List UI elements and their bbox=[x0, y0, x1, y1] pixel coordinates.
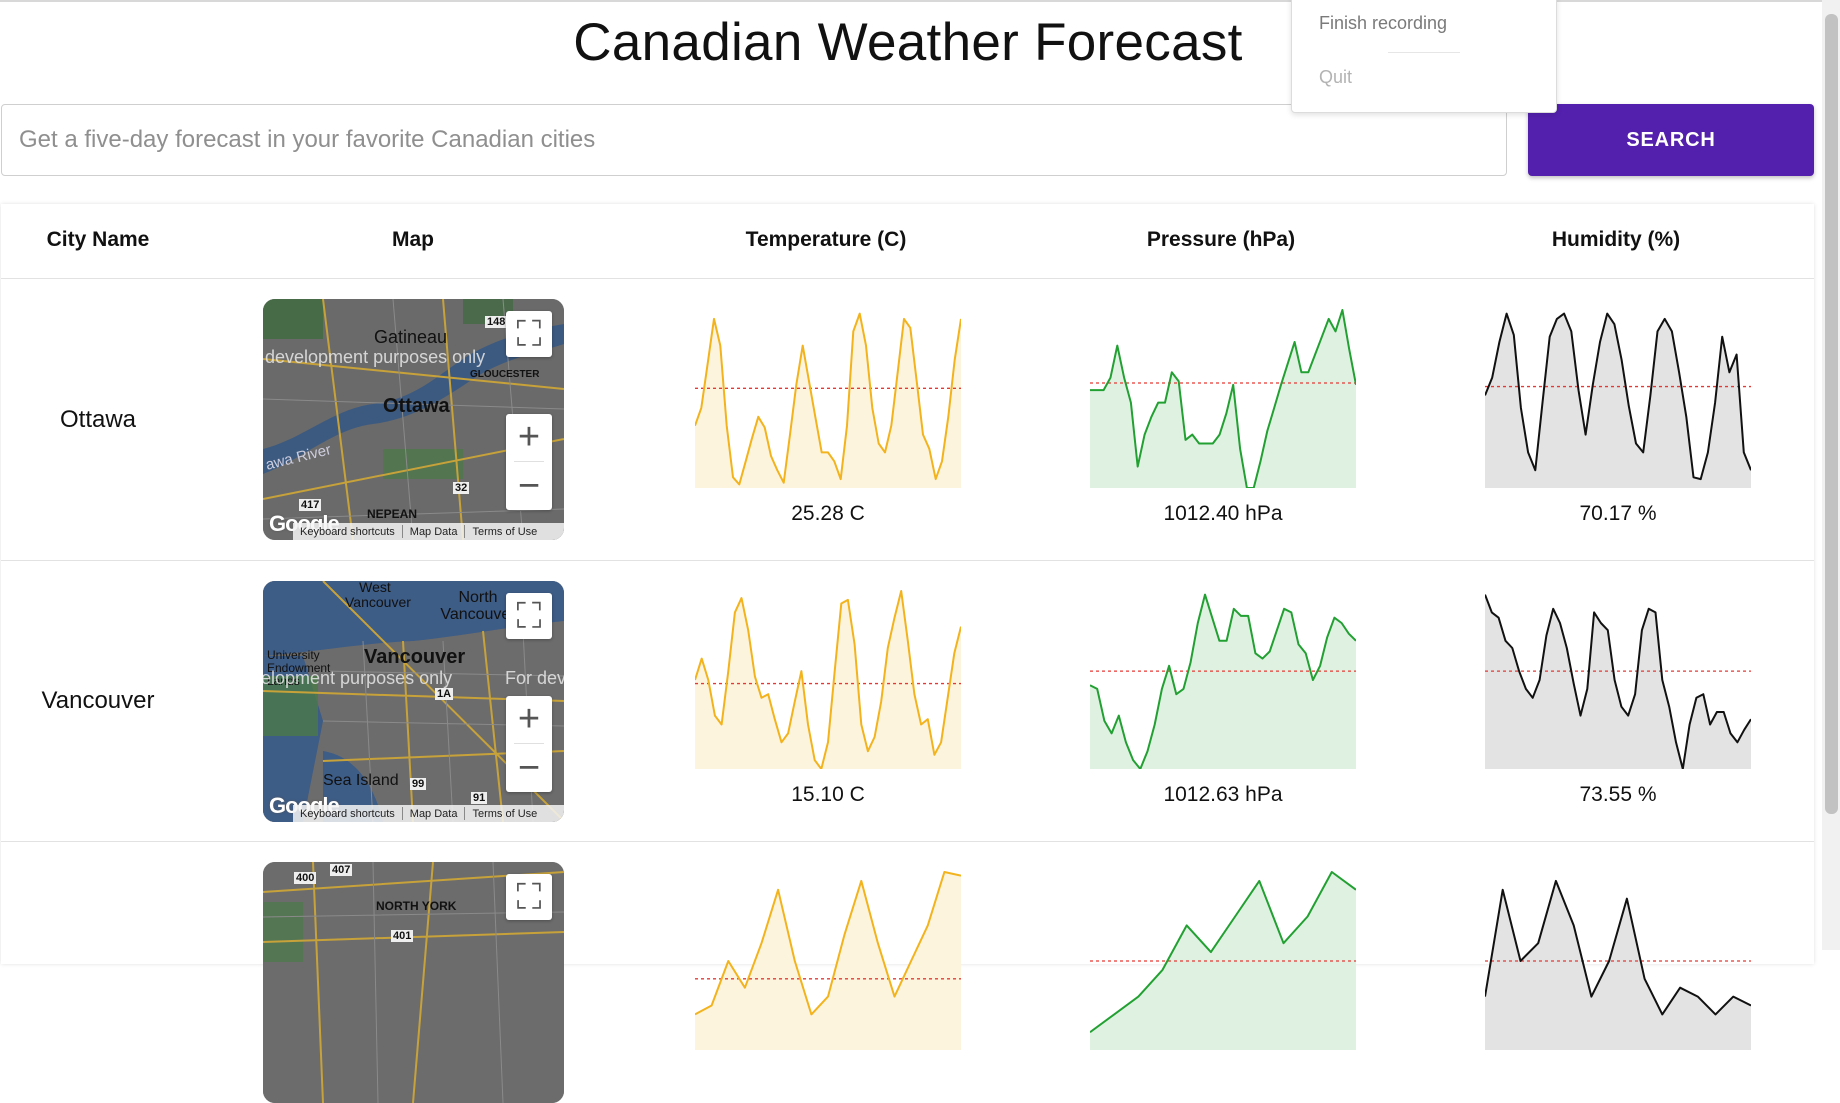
humidity-sparkline bbox=[1485, 594, 1751, 769]
menu-item-finish-recording[interactable]: Finish recording bbox=[1319, 13, 1447, 34]
chart-area bbox=[1090, 594, 1356, 769]
map-label: NEPEAN bbox=[367, 507, 418, 521]
zoom-in-icon[interactable]: + bbox=[506, 696, 552, 743]
map-label: development purposes only bbox=[265, 347, 486, 367]
map-zoom-control: + − bbox=[506, 414, 552, 510]
map-label: NORTH YORK bbox=[376, 899, 457, 913]
city-map-ottawa[interactable]: Gatineau development purposes only Ottaw… bbox=[263, 299, 564, 540]
city-map-toronto[interactable]: NORTH YORK 400 407 401 ⛶ bbox=[263, 862, 564, 1103]
search-button[interactable]: SEARCH bbox=[1528, 104, 1814, 176]
map-label: elopment purposes only bbox=[263, 668, 453, 688]
pressure-sparkline bbox=[1090, 309, 1356, 488]
search-input[interactable] bbox=[1, 104, 1507, 176]
map-footer: Keyboard shortcuts Map Data Terms of Use bbox=[293, 523, 564, 540]
chart-area bbox=[695, 872, 961, 1050]
map-label: 1A bbox=[435, 688, 454, 700]
header-pressure: Pressure (hPa) bbox=[1146, 228, 1296, 251]
temperature-sparkline bbox=[695, 871, 961, 1050]
city-map-vancouver[interactable]: West Vancouver North Vancouver Vancouver… bbox=[263, 581, 564, 822]
humidity-value: 70.17 % bbox=[1579, 502, 1657, 525]
header-divider bbox=[1, 278, 1814, 279]
map-label: Sea Island bbox=[323, 772, 399, 789]
map-footer: Keyboard shortcuts Map Data Terms of Use bbox=[293, 805, 564, 822]
zoom-in-icon[interactable]: + bbox=[506, 414, 552, 461]
terms-of-use-link[interactable]: Terms of Use bbox=[465, 526, 544, 538]
map-label: Gatineau bbox=[374, 327, 448, 347]
map-data-link[interactable]: Map Data bbox=[403, 526, 465, 538]
map-label: 91 bbox=[471, 792, 488, 804]
humidity-sparkline bbox=[1485, 879, 1751, 1050]
map-label: 401 bbox=[391, 930, 414, 942]
zoom-separator bbox=[514, 743, 544, 744]
map-label: West Vancouver bbox=[345, 581, 411, 610]
temperature-sparkline bbox=[695, 312, 961, 488]
fullscreen-icon[interactable]: ⛶ bbox=[506, 593, 552, 639]
map-label: 417 bbox=[299, 499, 322, 511]
map-zoom-control: + − bbox=[506, 696, 552, 792]
context-menu: Finish recording Quit bbox=[1291, 0, 1557, 113]
map-label: 400 bbox=[294, 872, 317, 884]
pressure-value: 1012.40 hPa bbox=[1163, 502, 1283, 525]
zoom-separator bbox=[514, 461, 544, 462]
header-humidity: Humidity (%) bbox=[1551, 228, 1681, 251]
fullscreen-icon[interactable]: ⛶ bbox=[506, 311, 552, 357]
pressure-sparkline bbox=[1090, 871, 1356, 1050]
keyboard-shortcuts-link[interactable]: Keyboard shortcuts bbox=[293, 808, 402, 820]
map-label: 99 bbox=[410, 778, 427, 790]
chart-area bbox=[695, 313, 961, 488]
menu-separator bbox=[1388, 52, 1460, 53]
map-label: GLOUCESTER bbox=[470, 369, 540, 380]
header-city-name: City Name bbox=[46, 228, 150, 251]
fullscreen-icon[interactable]: ⛶ bbox=[506, 874, 552, 920]
humidity-sparkline bbox=[1485, 312, 1751, 488]
city-name: Ottawa bbox=[59, 406, 137, 433]
row-divider bbox=[1, 841, 1814, 842]
map-label: Vancouver bbox=[364, 646, 466, 668]
terms-of-use-link[interactable]: Terms of Use bbox=[465, 808, 544, 820]
zoom-out-icon[interactable]: − bbox=[506, 745, 552, 792]
header-map: Map bbox=[392, 228, 434, 251]
map-label: 148 bbox=[485, 316, 508, 328]
keyboard-shortcuts-link[interactable]: Keyboard shortcuts bbox=[293, 526, 402, 538]
zoom-out-icon[interactable]: − bbox=[506, 463, 552, 510]
header-temperature: Temperature (C) bbox=[745, 228, 907, 251]
temperature-value: 15.10 C bbox=[791, 783, 865, 806]
map-label: 407 bbox=[330, 864, 353, 876]
pressure-sparkline bbox=[1090, 593, 1356, 769]
map-label: 32 bbox=[453, 482, 470, 494]
menu-item-quit[interactable]: Quit bbox=[1319, 67, 1352, 88]
map-label: For dev bbox=[505, 668, 564, 688]
map-label: Ottawa bbox=[383, 395, 450, 417]
pressure-value: 1012.63 hPa bbox=[1163, 783, 1283, 806]
temperature-sparkline bbox=[695, 590, 961, 769]
city-name: Vancouver bbox=[41, 687, 155, 714]
scrollbar-thumb[interactable] bbox=[1825, 14, 1838, 814]
temperature-value: 25.28 C bbox=[791, 502, 865, 525]
humidity-value: 73.55 % bbox=[1579, 783, 1657, 806]
chart-area bbox=[1485, 594, 1751, 769]
map-data-link[interactable]: Map Data bbox=[403, 808, 465, 820]
row-divider bbox=[1, 560, 1814, 561]
chart-area bbox=[1485, 880, 1751, 1050]
